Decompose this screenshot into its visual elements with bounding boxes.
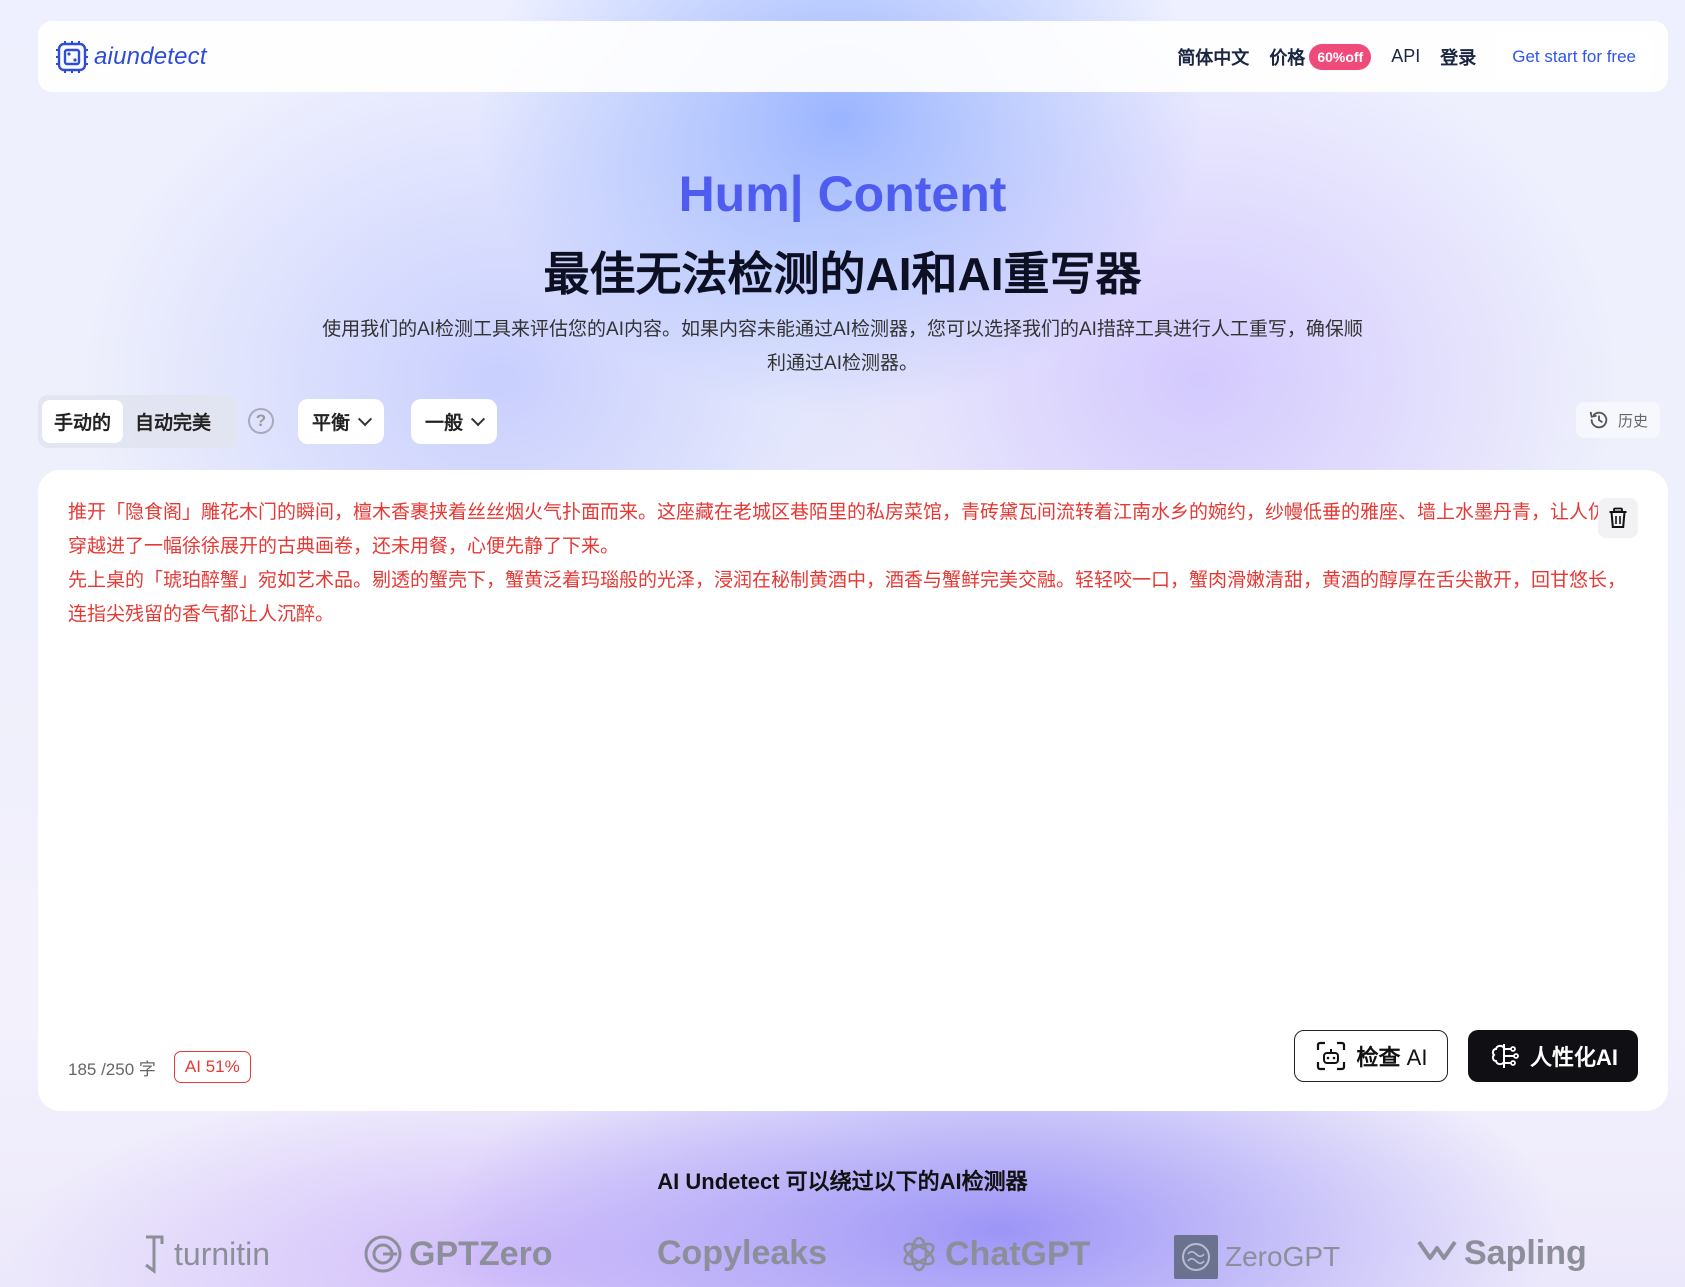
strength-dropdown-value: 平衡 <box>312 413 351 434</box>
mode-manual-button[interactable]: 手动的 <box>42 400 124 443</box>
humanize-ai-label: 人性化AI <box>1529 1045 1618 1070</box>
text-editor-card: 推开「隐食阁」雕花木门的瞬间，檀木香裹挟着丝丝烟火气扑面而来。这座藏在老城区巷陌… <box>38 470 1668 1111</box>
history-label: 历史 <box>1618 412 1649 430</box>
brand-name: GPTZero <box>409 1234 553 1273</box>
top-navbar: aiundetect 简体中文 价格 60%off API 登录 Get sta… <box>38 21 1668 92</box>
logo-text: aiundetect <box>94 42 207 70</box>
editor-paragraph: 推开「隐食阁」雕花木门的瞬间，檀木香裹挟着丝丝烟火气扑面而来。这座藏在老城区巷陌… <box>68 502 1627 557</box>
editor-footer-info: 185 /250 字 AI 51% <box>68 1051 251 1083</box>
zerogpt-logo-icon <box>1174 1235 1218 1279</box>
turnitin-logo-icon <box>145 1235 164 1274</box>
chevron-down-icon <box>357 411 373 426</box>
word-count: 185 /250 字 <box>68 1059 156 1079</box>
discount-badge: 60%off <box>1309 43 1372 70</box>
text-editor[interactable]: 推开「隐食阁」雕花木门的瞬间，檀木香裹挟着丝丝烟火气扑面而来。这座藏在老城区巷陌… <box>68 496 1638 632</box>
sapling-logo-icon <box>1417 1240 1457 1260</box>
check-ai-button[interactable]: 检查 AI <box>1294 1030 1448 1082</box>
ai-score-badge: AI 51% <box>173 1051 251 1083</box>
gptzero-logo-icon <box>364 1235 402 1273</box>
check-ai-label-rest: AI <box>1406 1045 1428 1070</box>
editor-paragraph: 先上桌的「琥珀醉蟹」宛如艺术品。剔透的蟹壳下，蟹黄泛着玛瑙般的光泽，浸润在秘制黄… <box>68 570 1627 625</box>
bypass-title-brand: AI Undetect <box>657 1169 780 1194</box>
detector-logos: turnitin GPTZero Copyleaks ChatGPT ZeroG… <box>0 1230 1685 1287</box>
brand-sapling: Sapling <box>1416 1234 1587 1273</box>
help-icon[interactable]: ? <box>248 408 274 434</box>
brand-zerogpt: ZeroGPT <box>1173 1234 1340 1280</box>
clear-text-button[interactable] <box>1598 498 1638 538</box>
brand-name: ZeroGPT <box>1225 1241 1341 1272</box>
mode-auto-button[interactable]: 自动完美 <box>123 400 223 443</box>
chevron-down-icon <box>470 411 486 426</box>
nav-pricing[interactable]: 价格 60%off <box>1269 43 1372 70</box>
logo[interactable]: aiundetect <box>54 39 207 75</box>
history-icon <box>1589 411 1608 429</box>
brand-name: Sapling <box>1464 1234 1587 1272</box>
get-started-button[interactable]: Get start for free <box>1496 32 1652 81</box>
humanize-ai-button[interactable]: 人性化AI <box>1468 1030 1638 1082</box>
brand-name: ChatGPT <box>945 1234 1091 1273</box>
brain-circuit-icon <box>1491 1044 1519 1068</box>
hero-title: 最佳无法检测的AI和AI重写器 <box>543 248 1142 300</box>
strength-dropdown[interactable]: 平衡 <box>298 399 385 444</box>
hero-description: 使用我们的AI检测工具来评估您的AI内容。如果内容未能通过AI检测器，您可以选择… <box>322 319 1363 374</box>
nav-api[interactable]: API <box>1391 46 1420 67</box>
purpose-dropdown-value: 一般 <box>425 413 464 434</box>
chatgpt-logo-icon <box>903 1236 935 1272</box>
mode-switch: 手动的 自动完美 <box>38 395 238 448</box>
brand-gptzero: GPTZero <box>363 1234 553 1274</box>
logo-icon <box>56 40 88 73</box>
bypass-section-title: AI Undetect 可以绕过以下的AI检测器 <box>0 1164 1685 1196</box>
nav-pricing-label: 价格 <box>1269 47 1306 68</box>
nav-menu: 简体中文 价格 60%off API 登录 Get start for free <box>1177 32 1652 81</box>
history-button[interactable]: 历史 <box>1576 402 1661 438</box>
brand-chatgpt: ChatGPT <box>899 1234 1090 1274</box>
brand-copyleaks: Copyleaks <box>657 1234 827 1273</box>
brand-name: turnitin <box>174 1235 271 1272</box>
scan-robot-icon <box>1316 1041 1345 1071</box>
hero-typing-title: Hum| Content <box>678 166 1007 222</box>
nav-login[interactable]: 登录 <box>1440 44 1476 70</box>
brand-turnitin: turnitin <box>140 1234 270 1274</box>
purpose-dropdown[interactable]: 一般 <box>411 399 498 444</box>
check-ai-label-bold: 检查 <box>1356 1045 1401 1070</box>
trash-icon <box>1609 507 1627 528</box>
nav-language[interactable]: 简体中文 <box>1177 44 1249 70</box>
bypass-title-text: 可以绕过以下的AI检测器 <box>785 1169 1028 1194</box>
brand-name: Copyleaks <box>657 1234 828 1272</box>
